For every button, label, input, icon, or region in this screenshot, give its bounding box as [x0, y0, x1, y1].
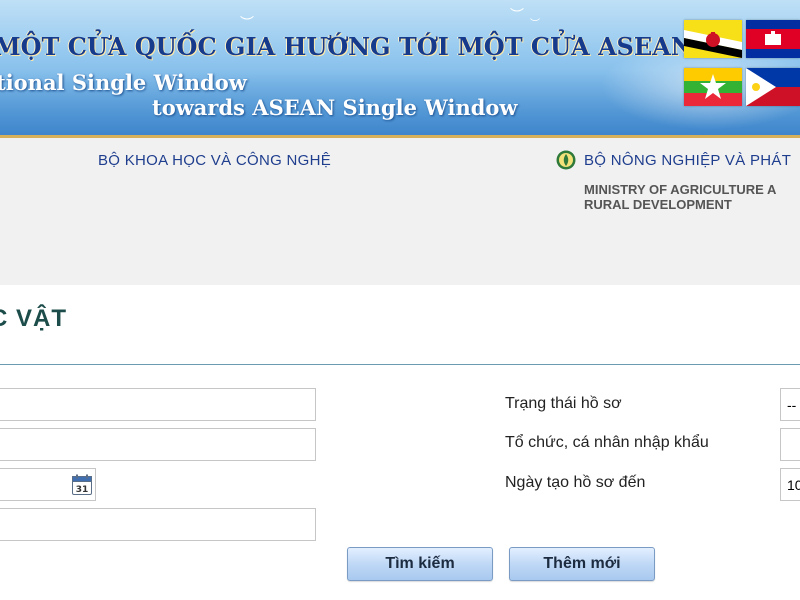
banner-subtitle-line1: tional Single Window — [0, 70, 247, 95]
page-title: C VẬT — [0, 305, 67, 332]
search-field-4[interactable] — [0, 508, 316, 541]
status-select[interactable] — [780, 388, 800, 421]
importer-input[interactable] — [780, 428, 800, 461]
agriculture-emblem-icon — [556, 150, 576, 170]
importer-label: Tổ chức, cá nhân nhập khẩu — [505, 434, 709, 451]
search-button[interactable]: Tìm kiếm — [347, 547, 493, 581]
seagull-icon: ︶ — [510, 7, 524, 23]
add-new-button[interactable]: Thêm mới — [509, 547, 655, 581]
myanmar-flag-icon — [684, 68, 742, 106]
date-to-input[interactable] — [780, 468, 800, 501]
philippines-flag-icon — [746, 68, 800, 106]
ministry-agriculture-en-line1: MINISTRY OF AGRICULTURE A — [584, 182, 777, 197]
banner-title: MỘT CỬA QUỐC GIA HƯỚNG TỚI MỘT CỬA ASEAN — [0, 32, 693, 61]
brunei-flag-icon — [684, 20, 742, 58]
status-label: Trạng thái hồ sơ — [505, 395, 622, 412]
ministry-agriculture-en-line2: RURAL DEVELOPMENT — [584, 197, 732, 212]
cambodia-flag-icon — [746, 20, 800, 58]
banner-subtitle-line2: towards ASEAN Single Window — [152, 95, 518, 120]
date-to-label: Ngày tạo hồ sơ đến — [505, 474, 646, 491]
ministry-science-link[interactable]: BỘ KHOA HỌC VÀ CÔNG NGHỆ — [98, 152, 331, 169]
search-field-2[interactable] — [0, 428, 316, 461]
header-banner: ︶ ︶ ︶ MỘT CỬA QUỐC GIA HƯỚNG TỚI MỘT CỬA… — [0, 0, 800, 135]
calendar-icon[interactable]: 31 — [72, 474, 92, 495]
seagull-icon: ︶ — [240, 15, 254, 31]
search-field-1[interactable] — [0, 388, 316, 421]
ministry-agriculture-link[interactable]: BỘ NÔNG NGHIỆP VÀ PHÁT — [584, 152, 791, 169]
calendar-day-text: 31 — [76, 485, 89, 495]
seagull-icon: ︶ — [530, 19, 540, 30]
title-divider — [0, 364, 800, 365]
